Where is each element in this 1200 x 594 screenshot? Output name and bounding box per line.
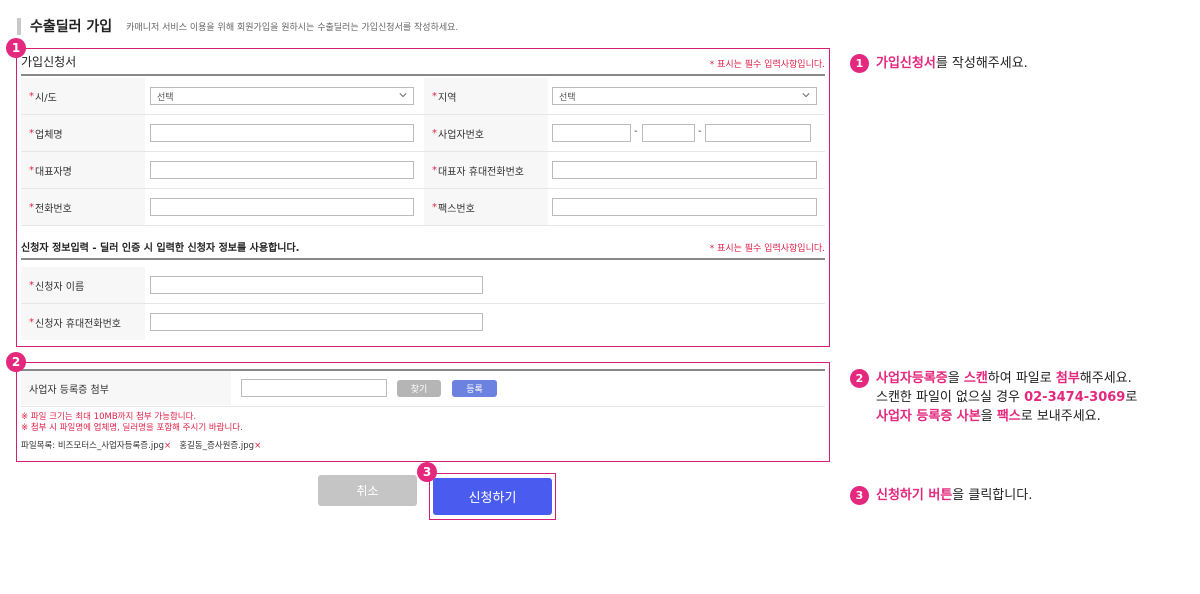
bizno-input-3[interactable] (705, 124, 811, 142)
applicant-name-input[interactable] (150, 276, 483, 294)
form-row-ceo: * 대표자명 * 대표자 휴대전화번호 (21, 152, 825, 189)
header-bar (17, 17, 21, 35)
cancel-button[interactable]: 취소 (318, 475, 417, 506)
file-list-label: 파일목록: (21, 441, 56, 451)
guide-highlight: 가입신청서 (876, 56, 936, 71)
guide-phone: 02-3474-3069 (1024, 390, 1126, 405)
attachment-section: 사업자 등록증 첨부 찾기 등록 ※ 파일 크기는 최대 10MB까지 첨부 가… (16, 362, 830, 462)
bizno-input-2[interactable] (642, 124, 695, 142)
form-row-phone: * 전화번호 * 팩스번호 (21, 189, 825, 226)
guide-text: 하여 파일로 (987, 371, 1056, 386)
company-label: * 업체명 (21, 115, 145, 151)
company-input[interactable] (150, 124, 414, 142)
guide-text: 를 작성해주세요. (935, 56, 1028, 71)
guide-number-3: 3 (850, 486, 869, 505)
guide-text: 로 (1125, 390, 1138, 405)
guide-text: 을 클릭합니다. (952, 488, 1033, 503)
phone-label: * 전화번호 (21, 189, 145, 225)
guide-text: 을 (980, 409, 997, 424)
guide-text: 해주세요. (1079, 371, 1132, 386)
fax-input[interactable] (552, 198, 817, 216)
sido-select[interactable]: 선택 (150, 87, 414, 105)
application-form-section: 가입신청서 * 표시는 필수 입력사항입니다. * 시/도 선택 * 지역 선택 *… (16, 48, 830, 347)
guide-text: 스캔한 파일이 없으실 경우 (876, 390, 1025, 405)
file-path-input[interactable] (241, 379, 387, 397)
file-name-note: ※ 첨부 시 파일명에 업체명, 딜러명을 포함해 주시기 바랍니다. (21, 423, 243, 433)
chevron-down-icon (802, 93, 810, 98)
page-description: 카매니저 서비스 이용을 위해 회원가입을 원하시는 수출딜러는 가입신청서를 … (126, 22, 459, 33)
attachment-label: 사업자 등록증 첨부 (21, 371, 231, 405)
guide-number-1: 1 (850, 54, 869, 73)
form-row-region: * 시/도 선택 * 지역 선택 (21, 78, 825, 115)
remove-file-icon[interactable]: × (254, 441, 261, 451)
applicant-header: 신청자 정보입력 - 딜러 인증 시 입력한 신청자 정보를 사용합니다. * … (21, 239, 825, 260)
guide-text: 을 (947, 371, 964, 386)
attachment-notes: ※ 파일 크기는 최대 10MB까지 첨부 가능합니다. ※ 첨부 시 파일명에… (21, 412, 243, 434)
sido-label: * 시/도 (21, 78, 145, 114)
register-file-button[interactable]: 등록 (452, 380, 497, 397)
guide-step-3: 3 신청하기 버튼을 클릭합니다. (850, 486, 1032, 505)
file-size-note: ※ 파일 크기는 최대 10MB까지 첨부 가능합니다. (21, 412, 197, 422)
guide-highlight: 스캔 (963, 371, 988, 386)
file-item-name: 홍길동_증사원증.jpg (179, 441, 255, 451)
ceo-mobile-input[interactable] (552, 161, 817, 179)
form-row-company: * 업체명 * 사업자번호 - - (21, 115, 825, 152)
submit-button[interactable]: 신청하기 (433, 478, 552, 515)
region-select[interactable]: 선택 (552, 87, 817, 105)
applicant-name-label: * 신청자 이름 (21, 267, 145, 303)
step-marker-3: 3 (417, 462, 437, 482)
guide-highlight: 신청하기 버튼 (876, 488, 953, 503)
applicant-mobile-input[interactable] (150, 313, 483, 331)
file-list: 파일목록: 비즈모터스_사업자등록증.jpg× 홍길동_증사원증.jpg× (21, 439, 261, 451)
bizno-dash: - (634, 126, 638, 137)
chevron-down-icon (399, 93, 407, 98)
applicant-required-note: * 표시는 필수 입력사항입니다. (709, 244, 825, 254)
page-header: 수출딜러 가입 카매니저 서비스 이용을 위해 회원가입을 원하시는 수출딜러는… (17, 16, 458, 36)
page-title: 수출딜러 가입 (30, 19, 113, 35)
guide-highlight: 첨부 (1055, 371, 1080, 386)
applicant-mobile-label: * 신청자 휴대전화번호 (21, 304, 145, 340)
guide-step-2: 2 사업자등록증을 스캔하여 파일로 첨부해주세요. 스캔한 파일이 없으실 경… (850, 369, 1137, 426)
form-title: 가입신청서 (21, 55, 77, 69)
guide-highlight: 사업자 등록증 사본 (876, 409, 981, 424)
find-file-button[interactable]: 찾기 (397, 380, 441, 397)
fax-label: * 팩스번호 (424, 189, 548, 225)
remove-file-icon[interactable]: × (164, 441, 171, 451)
ceo-mobile-label: * 대표자 휴대전화번호 (424, 152, 548, 188)
required-note: * 표시는 필수 입력사항입니다. (709, 60, 825, 70)
ceo-label: * 대표자명 (21, 152, 145, 188)
bizno-label: * 사업자번호 (424, 115, 548, 151)
applicant-heading: 신청자 정보입력 - 딜러 인증 시 입력한 신청자 정보를 사용합니다. (21, 243, 300, 254)
guide-highlight: 팩스 (996, 409, 1021, 424)
guide-number-2: 2 (850, 369, 869, 388)
form-row-applicant-name: * 신청자 이름 (21, 267, 825, 304)
form-row-applicant-mobile: * 신청자 휴대전화번호 (21, 304, 825, 341)
ceo-input[interactable] (150, 161, 414, 179)
phone-input[interactable] (150, 198, 414, 216)
form-header: 가입신청서 * 표시는 필수 입력사항입니다. (21, 53, 825, 76)
region-label: * 지역 (424, 78, 548, 114)
attachment-row-line (21, 406, 825, 407)
file-item-name: 비즈모터스_사업자등록증.jpg (57, 441, 164, 451)
guide-highlight: 사업자등록증 (876, 371, 948, 386)
step-marker-1: 1 (6, 38, 26, 58)
guide-step-1: 1 가입신청서를 작성해주세요. (850, 54, 1028, 73)
submit-highlight: 신청하기 (429, 473, 556, 520)
bizno-dash: - (698, 126, 702, 137)
guide-text: 로 보내주세요. (1020, 409, 1101, 424)
step-marker-2: 2 (6, 352, 26, 372)
bizno-input-1[interactable] (552, 124, 631, 142)
